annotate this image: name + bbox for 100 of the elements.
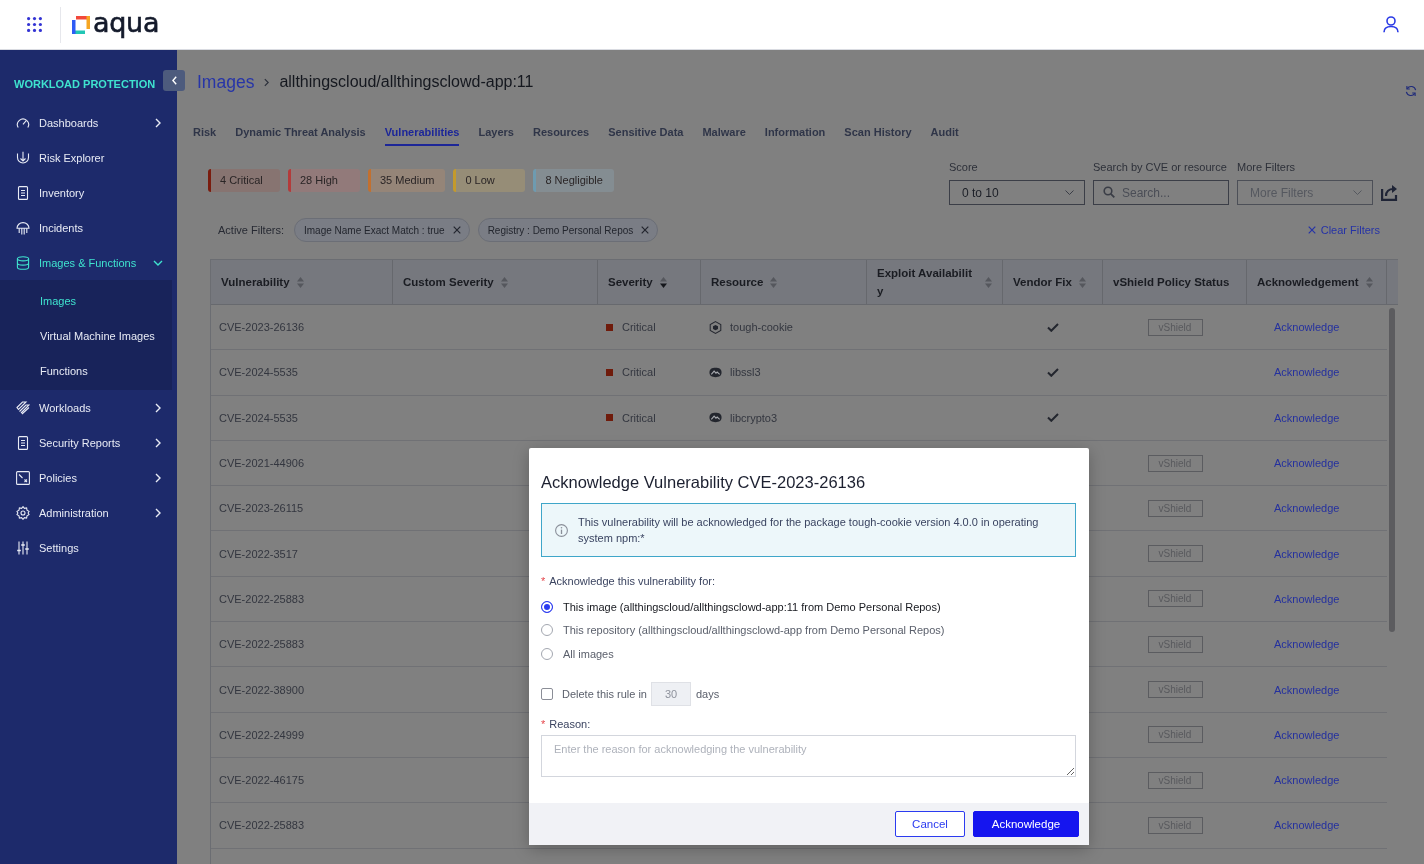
acknowledge-link[interactable]: Acknowledge bbox=[1274, 321, 1340, 334]
sidebar-subitem[interactable]: Virtual Machine Images bbox=[0, 318, 172, 353]
info-icon bbox=[555, 523, 568, 537]
column-header[interactable]: Resource bbox=[701, 260, 867, 304]
radio-button[interactable] bbox=[541, 647, 553, 660]
tab[interactable]: Audit bbox=[930, 125, 959, 146]
sidebar-subitem[interactable]: Images bbox=[0, 283, 172, 318]
close-icon[interactable] bbox=[641, 226, 650, 234]
acknowledge-link[interactable]: Acknowledge bbox=[1274, 683, 1340, 696]
acknowledge-link[interactable]: Acknowledge bbox=[1274, 638, 1340, 651]
severity-label: Critical bbox=[622, 366, 656, 379]
column-header[interactable]: Severity bbox=[598, 260, 701, 304]
score-select[interactable]: 0 to 10 bbox=[949, 180, 1085, 205]
tab[interactable]: Scan History bbox=[844, 125, 912, 146]
sidebar-item[interactable]: Workloads bbox=[0, 390, 177, 425]
vulnerability-id: CVE-2024-5535 bbox=[219, 411, 298, 424]
sidebar-item[interactable]: Security Reports bbox=[0, 425, 177, 460]
sliders-icon bbox=[16, 540, 30, 555]
vulnerability-id: CVE-2021-44906 bbox=[219, 457, 304, 470]
column-header: vShield Policy Status bbox=[1103, 260, 1247, 304]
severity-chip[interactable]: 4 Critical bbox=[208, 169, 280, 192]
acknowledge-link[interactable]: Acknowledge bbox=[1274, 366, 1340, 379]
severity-chip[interactable]: 35 Medium bbox=[368, 169, 446, 192]
dialog-title: Acknowledge Vulnerability CVE-2023-26136 bbox=[541, 472, 866, 492]
acknowledge-link[interactable]: Acknowledge bbox=[1274, 457, 1340, 470]
tab[interactable]: Sensitive Data bbox=[608, 125, 684, 146]
close-icon[interactable] bbox=[452, 226, 461, 234]
resource-name: libcrypto3 bbox=[730, 411, 778, 424]
tab[interactable]: Malware bbox=[702, 125, 746, 146]
column-header[interactable]: Exploit Availability bbox=[867, 260, 1003, 304]
tab[interactable]: Layers bbox=[478, 125, 514, 146]
user-icon[interactable] bbox=[1383, 16, 1399, 33]
tab[interactable]: Dynamic Threat Analysis bbox=[235, 125, 366, 146]
sidebar-item[interactable]: Inventory bbox=[0, 175, 177, 210]
export-icon[interactable] bbox=[1381, 184, 1398, 201]
column-header[interactable]: Vendor Fix bbox=[1003, 260, 1103, 304]
cancel-button[interactable]: Cancel bbox=[895, 810, 965, 837]
grid-icon[interactable] bbox=[27, 17, 42, 32]
info-text: This vulnerability will be acknowledged for the package tough-cookie version 4.0.0 in operating system npm:* bbox=[578, 515, 1040, 546]
clear-filters-button[interactable]: Clear Filters bbox=[1307, 224, 1380, 236]
breadcrumb-current: allthingscloud/allthingsclowd-app:11 bbox=[279, 73, 534, 91]
search-label: Search by CVE or resource bbox=[1093, 161, 1228, 174]
sidebar-item[interactable]: Dashboards bbox=[0, 105, 177, 140]
sidebar-item[interactable]: Risk Explorer bbox=[0, 140, 177, 175]
score-label: Score bbox=[949, 161, 979, 174]
radio-label[interactable]: This image (allthingscloud/allthingsclowd-app:11 from Demo Personal Repos) bbox=[563, 600, 941, 613]
sidebar-item[interactable]: Images & Functions bbox=[0, 245, 177, 280]
tab[interactable]: Information bbox=[764, 125, 826, 146]
vulnerability-id: CVE-2023-26136 bbox=[219, 321, 304, 334]
acknowledge-link[interactable]: Acknowledge bbox=[1274, 728, 1340, 741]
search-icon bbox=[1103, 186, 1115, 198]
column-header[interactable]: Custom Severity bbox=[393, 260, 598, 304]
sidebar-item[interactable]: Policies bbox=[0, 460, 177, 495]
column-header[interactable]: Acknowledgement bbox=[1247, 260, 1387, 304]
dome-icon bbox=[16, 220, 30, 235]
document-icon bbox=[16, 185, 30, 200]
checkbox[interactable] bbox=[541, 687, 553, 700]
scrollbar-thumb[interactable] bbox=[1389, 308, 1395, 632]
column-header[interactable]: Vulnerability bbox=[211, 260, 393, 304]
chevron-down-icon bbox=[1353, 190, 1362, 195]
sidebar-item[interactable]: Incidents bbox=[0, 210, 177, 245]
unit-label: days bbox=[696, 687, 720, 700]
acknowledge-link[interactable]: Acknowledge bbox=[1274, 411, 1340, 424]
severity-chip[interactable]: 0 Low bbox=[453, 169, 526, 192]
scope-label: Acknowledge this vulnerability for: bbox=[549, 575, 715, 588]
tab[interactable]: Vulnerabilities bbox=[384, 125, 460, 146]
required-asterisk: * bbox=[541, 717, 546, 731]
severity-chip[interactable]: 8 Negligible bbox=[533, 169, 614, 192]
vulnerability-id: CVE-2022-25883 bbox=[219, 638, 304, 651]
sidebar-subitem[interactable]: Functions bbox=[0, 353, 172, 388]
checkbox-label[interactable]: Delete this rule in bbox=[562, 687, 647, 700]
resource-name: tough-cookie bbox=[730, 321, 793, 334]
severity-label: Critical bbox=[622, 411, 656, 424]
filter-chip-label: Registry : Demo Personal Repos bbox=[487, 224, 634, 236]
radio-label[interactable]: All images bbox=[563, 647, 614, 660]
collapse-sidebar-button[interactable] bbox=[163, 70, 185, 91]
tab[interactable]: Resources bbox=[532, 125, 590, 146]
tab[interactable]: Risk bbox=[193, 125, 217, 146]
breadcrumb-link[interactable]: Images bbox=[197, 71, 255, 93]
severity-chip[interactable]: 28 High bbox=[288, 169, 360, 192]
acknowledge-link[interactable]: Acknowledge bbox=[1274, 502, 1340, 515]
gear-icon bbox=[16, 505, 30, 520]
acknowledge-link[interactable]: Acknowledge bbox=[1274, 774, 1340, 787]
vulnerability-id: CVE-2022-25883 bbox=[219, 819, 304, 832]
database-icon bbox=[16, 255, 30, 270]
reason-field[interactable]: Enter the reason for acknowledging the vulnerability bbox=[541, 734, 1076, 777]
close-icon bbox=[1307, 226, 1316, 234]
radio-button[interactable] bbox=[541, 600, 553, 613]
refresh-icon[interactable] bbox=[1405, 85, 1417, 97]
resource-name: libssl3 bbox=[730, 366, 761, 379]
acknowledge-link[interactable]: Acknowledge bbox=[1274, 592, 1340, 605]
sidebar-item[interactable]: Settings bbox=[0, 530, 177, 565]
radio-label[interactable]: This repository (allthingscloud/allthingsclowd-app from Demo Personal Repos) bbox=[563, 624, 945, 637]
confirm-button[interactable]: Acknowledge bbox=[973, 810, 1079, 837]
chevron-left-icon bbox=[171, 76, 177, 85]
acknowledge-link[interactable]: Acknowledge bbox=[1274, 547, 1340, 560]
required-asterisk: * bbox=[541, 575, 546, 588]
acknowledge-link[interactable]: Acknowledge bbox=[1274, 819, 1340, 832]
radio-button[interactable] bbox=[541, 624, 553, 637]
sidebar-item[interactable]: Administration bbox=[0, 495, 177, 530]
